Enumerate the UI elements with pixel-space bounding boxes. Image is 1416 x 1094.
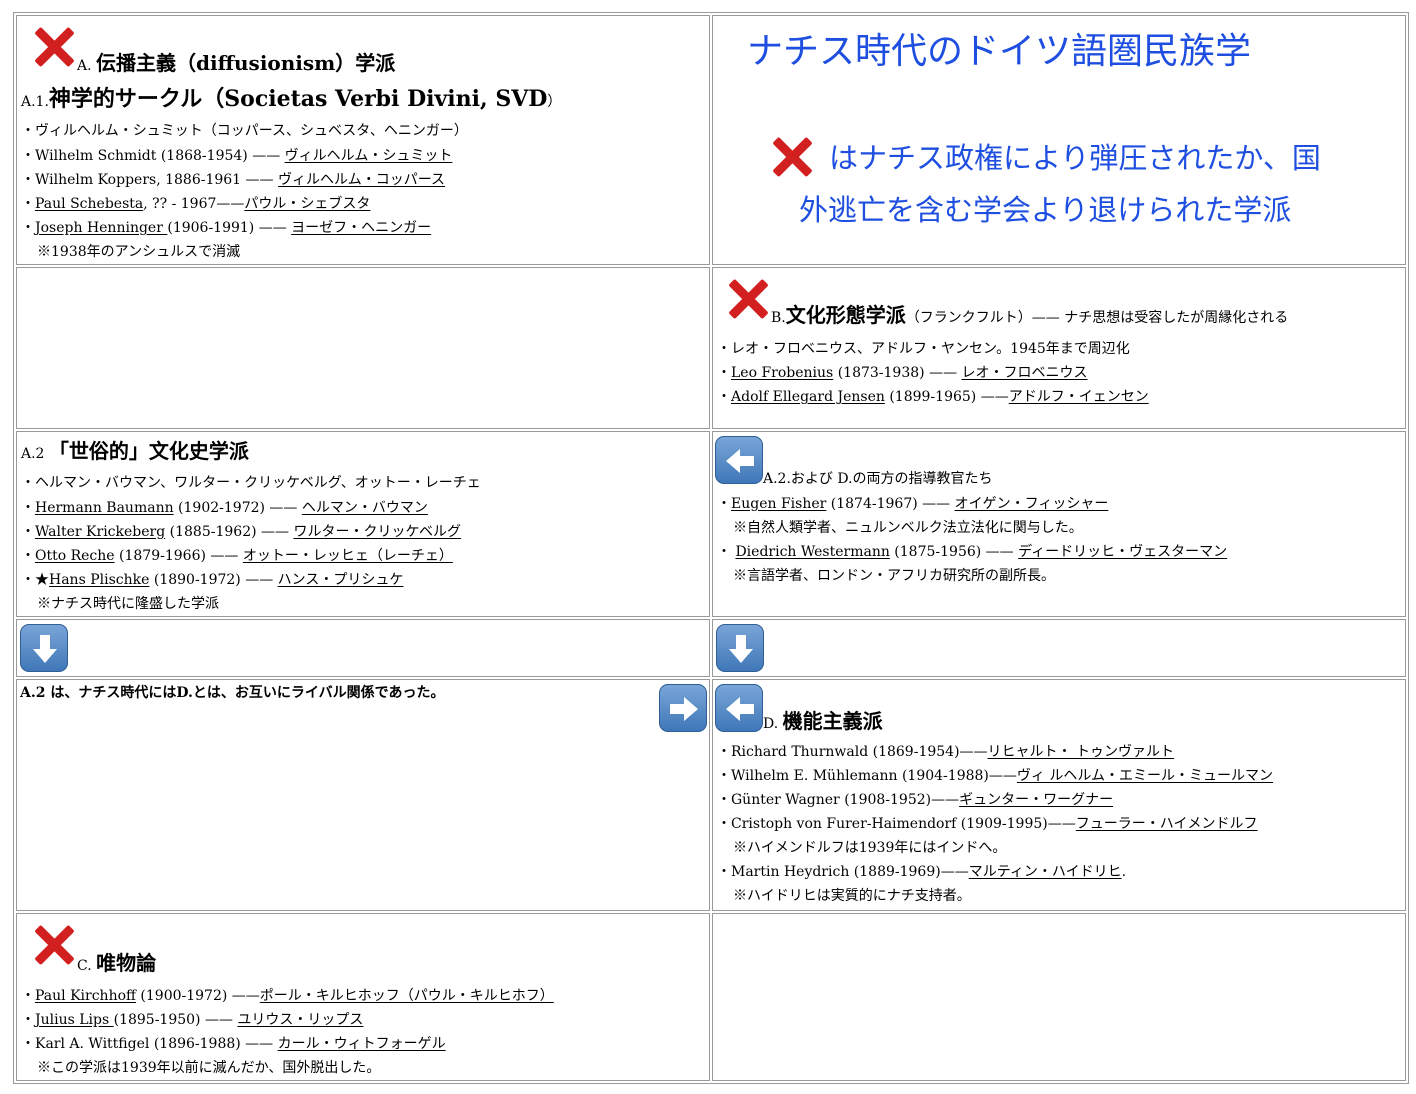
list-item: ・Joseph Henninger (1906-1991) —— ヨーゼフ・ヘニ… bbox=[21, 220, 432, 236]
list-item: ・Günter Wagner (1908-1952)——ギュンター・ワーグナー bbox=[717, 792, 1114, 808]
section-note: ※ナチス時代に隆盛した学派 bbox=[37, 596, 219, 612]
section-a2-heading: A.2 「世俗的」文化史学派 bbox=[21, 439, 249, 463]
person-link[interactable]: アドルフ・イェンセン bbox=[1009, 389, 1149, 405]
x-mark-icon bbox=[33, 924, 75, 966]
list-item: ・Paul Kirchhoff (1900-1972) ——ポール・キルヒホッフ… bbox=[21, 988, 554, 1004]
mentor-note: ※言語学者、ロンドン・アフリカ研究所の副所長。 bbox=[733, 568, 1055, 584]
person-link[interactable]: オットー・レッヒェ（レーチェ） bbox=[243, 548, 453, 564]
arrow-left-icon bbox=[715, 684, 763, 732]
x-mark-icon bbox=[771, 136, 813, 178]
person-link[interactable]: ヴィルヘルム・シュミット bbox=[285, 148, 453, 164]
list-item: ・Hermann Baumann (1902-1972) —— ヘルマン・バウマ… bbox=[21, 500, 428, 516]
cell-rivalry: A.2 は、ナチス時代にはD.とは、お互いにライバル関係であった。 bbox=[16, 679, 710, 911]
section-note: ※ハイメンドルフは1939年にはインドへ。 bbox=[733, 840, 1007, 856]
mentor-note: ※自然人類学者、ニュルンベルク法立法化に関与した。 bbox=[733, 520, 1083, 536]
person-link[interactable]: Paul Kirchhoff bbox=[35, 988, 136, 1004]
list-item: ・Leo Frobenius (1873-1938) —— レオ・フロベニウス bbox=[717, 365, 1088, 381]
person-link[interactable]: カール・ウィトフォーゲル bbox=[278, 1036, 446, 1052]
person-link[interactable]: Hermann Baumann bbox=[35, 500, 174, 516]
cell-a-diffusionism: A. 伝播主義（diffusionism）学派 A.1.神学的サークル（Soci… bbox=[16, 15, 710, 265]
section-a1-heading: A.1.神学的サークル（Societas Verbi Divini, SVD） bbox=[21, 86, 562, 112]
cell-mentors: A.2.および D.の両方の指導教官たち ・Eugen Fisher (1874… bbox=[712, 431, 1406, 617]
person-link[interactable]: リヒャルト・ トゥンヴァルト bbox=[988, 744, 1174, 760]
person-link[interactable]: Leo Frobenius bbox=[731, 365, 833, 381]
person-link[interactable]: ヘルマン・バウマン bbox=[302, 500, 428, 516]
person-link[interactable]: Diedrich Westermann bbox=[735, 544, 889, 560]
person-link[interactable]: オイゲン・フィッシャー bbox=[955, 496, 1109, 512]
list-item: ・Martin Heydrich (1889-1969)——マルティン・ハイドリ… bbox=[717, 864, 1127, 880]
list-item: ・Paul Schebesta, ?? - 1967——パウル・シェブスタ bbox=[21, 196, 371, 212]
person-link[interactable]: Hans Plischke bbox=[49, 572, 149, 588]
person-link[interactable]: ワルター・クリッケベルグ bbox=[293, 524, 461, 540]
x-mark-icon bbox=[727, 278, 769, 320]
section-c-heading: C. 唯物論 bbox=[77, 951, 157, 975]
person-link[interactable]: Julius Lips bbox=[35, 1012, 114, 1028]
person-link[interactable]: レオ・フロベニウス bbox=[962, 365, 1088, 381]
arrow-right-icon bbox=[659, 684, 707, 732]
section-a-summary: ・ヴィルヘルム・シュミット（コッパース、シュベスタ、ヘニンガー） bbox=[21, 123, 468, 139]
rivalry-text: A.2 は、ナチス時代にはD.とは、お互いにライバル関係であった。 bbox=[20, 685, 445, 701]
section-a-heading: A. 伝播主義（diffusionism）学派 bbox=[77, 51, 396, 75]
arrow-down-icon bbox=[716, 624, 764, 672]
person-link[interactable]: マルティン・ハイドリヒ bbox=[969, 864, 1122, 880]
person-link[interactable]: ハンス・プリシュケ bbox=[278, 572, 404, 588]
person-link[interactable]: フューラー・ハイメンドルフ bbox=[1076, 816, 1258, 832]
list-item: ・Julius Lips (1895-1950) —— ユリウス・リップス bbox=[21, 1012, 364, 1028]
section-note: ※ハイドリヒは実質的にナチ支持者。 bbox=[733, 888, 971, 904]
cell-empty bbox=[712, 913, 1406, 1081]
list-item: ・Cristoph von Furer-Haimendorf (1909-199… bbox=[717, 816, 1258, 832]
person-link[interactable]: ヴィルヘルム・コッパース bbox=[278, 172, 445, 188]
section-note: ※1938年のアンシュルスで消滅 bbox=[37, 244, 241, 260]
arrow-down-icon bbox=[20, 624, 68, 672]
person-link[interactable]: Otto Reche bbox=[35, 548, 115, 564]
cell-d-functionalism: D. 機能主義派 ・Richard Thurnwald (1869-1954)—… bbox=[712, 679, 1406, 911]
person-link[interactable]: Adolf Ellegard Jensen bbox=[731, 389, 885, 405]
arrow-left-icon bbox=[715, 436, 763, 484]
x-mark-icon bbox=[33, 26, 75, 68]
mentors-heading: A.2.および D.の両方の指導教官たち bbox=[763, 471, 993, 487]
list-item: ・Walter Krickeberg (1885-1962) —— ワルター・ク… bbox=[21, 524, 462, 540]
person-link[interactable]: ギュンター・ワーグナー bbox=[959, 792, 1113, 808]
cell-c-materialism: C. 唯物論 ・Paul Kirchhoff (1900-1972) ——ポール… bbox=[16, 913, 710, 1081]
cell-b-kulturmorphologie: B.文化形態学派（フランクフルト）—— ナチ思想は受容したが周縁化される ・レオ… bbox=[712, 267, 1406, 429]
person-link[interactable]: Joseph Henninger bbox=[35, 220, 167, 236]
cell-title: ナチス時代のドイツ語圏民族学 はナチス政権により弾圧されたか、国 外逃亡を含む学… bbox=[712, 15, 1406, 265]
list-item: ・Richard Thurnwald (1869-1954)——リヒャルト・ ト… bbox=[717, 744, 1174, 760]
list-item: ・Wilhelm Schmidt (1868-1954) —— ヴィルヘルム・シ… bbox=[21, 148, 453, 164]
layout-table: A. 伝播主義（diffusionism）学派 A.1.神学的サークル（Soci… bbox=[13, 12, 1409, 1084]
list-item: ・Eugen Fisher (1874-1967) —— オイゲン・フィッシャー bbox=[717, 496, 1109, 512]
list-item: ・Adolf Ellegard Jensen (1899-1965) ——アドル… bbox=[717, 389, 1149, 405]
person-link[interactable]: ヨーゼフ・ヘニンガー bbox=[291, 220, 431, 236]
cell-empty bbox=[16, 267, 710, 429]
list-item: ・Karl A. Wittfigel (1896-1988) —— カール・ウィ… bbox=[21, 1036, 446, 1052]
section-b-heading: B.文化形態学派（フランクフルト）—— ナチ思想は受容したが周縁化される bbox=[771, 303, 1289, 327]
cell-down-arrow-left bbox=[16, 619, 710, 677]
person-link[interactable]: パウル・シェブスタ bbox=[244, 196, 370, 212]
person-link[interactable]: Eugen Fisher bbox=[731, 496, 826, 512]
person-link[interactable]: ポール・キルヒホッフ（パウル・キルヒホフ） bbox=[260, 988, 554, 1004]
section-b-summary: ・レオ・フロベニウス、アドルフ・ヤンセン。1945年まで周辺化 bbox=[717, 341, 1130, 357]
list-item: ・Otto Reche (1879-1966) —— オットー・レッヒェ（レーチ… bbox=[21, 548, 453, 564]
cell-a2-kulturgeschichte: A.2 「世俗的」文化史学派 ・ヘルマン・バウマン、ワルター・クリッケベルグ、オ… bbox=[16, 431, 710, 617]
title-note-line1: はナチス政権により弾圧されたか、国 bbox=[829, 141, 1321, 175]
person-link[interactable]: ヴィ ルヘルム・エミール・ミュールマン bbox=[1017, 768, 1273, 784]
page-title: ナチス時代のドイツ語圏民族学 bbox=[747, 31, 1252, 72]
list-item: ・ Diedrich Westermann (1875-1956) —— ディー… bbox=[717, 544, 1228, 560]
person-link[interactable]: ユリウス・リップス bbox=[237, 1012, 363, 1028]
person-link[interactable]: ディードリッヒ・ヴェスターマン bbox=[1018, 544, 1227, 560]
section-note: ※この学派は1939年以前に滅んだか、国外脱出した。 bbox=[37, 1060, 381, 1076]
list-item: ・★Hans Plischke (1890-1972) —— ハンス・プリシュケ bbox=[21, 572, 404, 588]
list-item: ・Wilhelm E. Mühlemann (1904-1988)——ヴィ ルヘ… bbox=[717, 768, 1274, 784]
section-a2-summary: ・ヘルマン・バウマン、ワルター・クリッケベルグ、オットー・レーチェ bbox=[21, 475, 481, 491]
section-d-heading: D. 機能主義派 bbox=[763, 709, 883, 733]
person-link[interactable]: Paul Schebesta bbox=[35, 196, 143, 212]
cell-down-arrow-right bbox=[712, 619, 1406, 677]
person-link[interactable]: Walter Krickeberg bbox=[35, 524, 165, 540]
title-note-line2: 外逃亡を含む学会より退けられた学派 bbox=[799, 193, 1292, 227]
list-item: ・Wilhelm Koppers, 1886-1961 —— ヴィルヘルム・コッ… bbox=[21, 172, 446, 188]
